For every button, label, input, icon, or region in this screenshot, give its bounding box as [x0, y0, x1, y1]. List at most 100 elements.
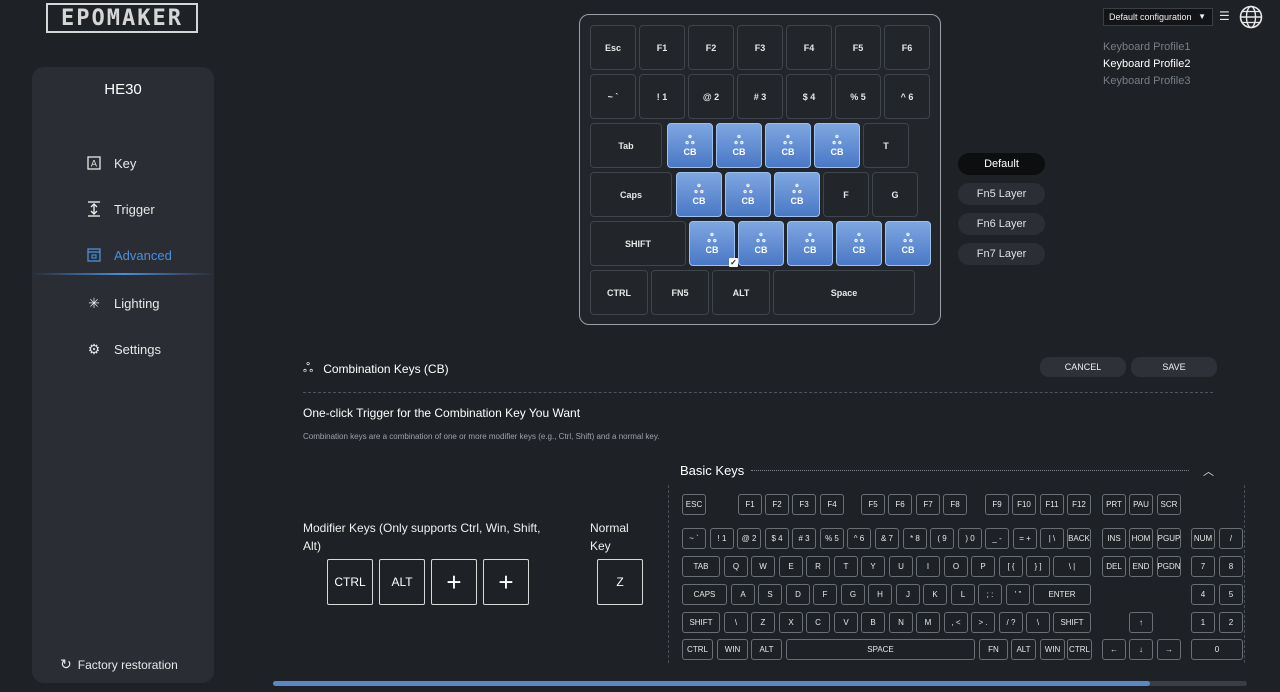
key-f1[interactable]: F1	[639, 25, 685, 70]
factory-restoration-button[interactable]: ↻ Factory restoration	[60, 656, 178, 673]
key-f4[interactable]: F4	[786, 25, 832, 70]
basic-key[interactable]: , <	[944, 612, 968, 633]
basic-key[interactable]: Y	[861, 556, 885, 577]
basic-key[interactable]: F	[813, 584, 837, 605]
basic-key[interactable]: ^ 6	[847, 528, 871, 549]
basic-key[interactable]: 2	[1219, 612, 1243, 633]
key-f[interactable]: F	[823, 172, 869, 217]
basic-key[interactable]: # 3	[792, 528, 816, 549]
basic-key[interactable]: J	[896, 584, 920, 605]
basic-key[interactable]: BACK	[1067, 528, 1091, 549]
basic-key[interactable]: R	[806, 556, 830, 577]
basic-key[interactable]: F12	[1067, 494, 1091, 515]
profile-item[interactable]: Keyboard Profile1	[1103, 41, 1190, 53]
basic-key[interactable]: @ 2	[737, 528, 761, 549]
sidebar-item-lighting[interactable]: ✳ Lighting	[32, 283, 214, 323]
basic-key[interactable]: L	[951, 584, 975, 605]
basic-key[interactable]: F8	[943, 494, 967, 515]
cancel-button[interactable]: CANCEL	[1040, 357, 1126, 377]
basic-key[interactable]: * 8	[903, 528, 927, 549]
basic-key[interactable]: ←	[1102, 639, 1126, 660]
basic-key[interactable]: ALT	[1011, 639, 1036, 660]
basic-key[interactable]: X	[779, 612, 803, 633]
key-3[interactable]: # 3	[737, 74, 783, 119]
basic-key[interactable]: [ {	[999, 556, 1023, 577]
list-icon[interactable]: ☰	[1219, 9, 1230, 23]
basic-key[interactable]: ! 1	[710, 528, 734, 549]
globe-icon[interactable]	[1239, 5, 1263, 29]
key-space[interactable]: Space	[773, 270, 915, 315]
key-cb[interactable]: ஃ CB	[725, 172, 771, 217]
key-5[interactable]: % 5	[835, 74, 881, 119]
basic-key[interactable]: F6	[888, 494, 912, 515]
basic-key[interactable]: PGUP	[1157, 528, 1181, 549]
basic-key[interactable]: NUM	[1191, 528, 1215, 549]
basic-key[interactable]: 5	[1219, 584, 1243, 605]
key-caps[interactable]: Caps	[590, 172, 672, 217]
normal-key-slot[interactable]: Z	[597, 559, 643, 605]
modifier-slot-add[interactable]: +	[431, 559, 477, 605]
basic-key[interactable]: I	[916, 556, 940, 577]
key-cb[interactable]: ஃ CB	[667, 123, 713, 168]
basic-key[interactable]: E	[779, 556, 803, 577]
basic-key[interactable]: N	[889, 612, 913, 633]
basic-key[interactable]: ' "	[1006, 584, 1030, 605]
basic-key[interactable]: O	[944, 556, 968, 577]
basic-key[interactable]: F4	[820, 494, 844, 515]
key-tilde[interactable]: ~ `	[590, 74, 636, 119]
key-cb[interactable]: ஃ CB	[765, 123, 811, 168]
basic-key[interactable]: H	[868, 584, 892, 605]
basic-key[interactable]: = +	[1013, 528, 1037, 549]
basic-key[interactable]: 7	[1191, 556, 1215, 577]
key-cb[interactable]: ஃ CB	[836, 221, 882, 266]
key-6[interactable]: ^ 6	[884, 74, 930, 119]
modifier-slot-ctrl[interactable]: CTRL	[327, 559, 373, 605]
basic-key[interactable]: M	[916, 612, 940, 633]
key-g[interactable]: G	[872, 172, 918, 217]
key-2[interactable]: @ 2	[688, 74, 734, 119]
basic-key[interactable]: /	[1219, 528, 1243, 549]
basic-key[interactable]: F9	[985, 494, 1009, 515]
basic-key[interactable]: ALT	[751, 639, 782, 660]
basic-key[interactable]: DEL	[1102, 556, 1126, 577]
layer-fn7[interactable]: Fn7 Layer	[958, 243, 1045, 265]
basic-key[interactable]: D	[786, 584, 810, 605]
key-cb[interactable]: ஃ CB	[716, 123, 762, 168]
layer-fn6[interactable]: Fn6 Layer	[958, 213, 1045, 235]
key-esc[interactable]: Esc	[590, 25, 636, 70]
key-4[interactable]: $ 4	[786, 74, 832, 119]
basic-key[interactable]: _ -	[985, 528, 1009, 549]
basic-key[interactable]: SCR	[1157, 494, 1181, 515]
basic-key[interactable]: U	[889, 556, 913, 577]
key-f3[interactable]: F3	[737, 25, 783, 70]
sidebar-item-trigger[interactable]: Trigger	[32, 189, 214, 229]
basic-key[interactable]: \ |	[1053, 556, 1091, 577]
basic-key[interactable]: % 5	[820, 528, 844, 549]
basic-key[interactable]: V	[834, 612, 858, 633]
basic-key[interactable]: ↑	[1129, 612, 1153, 633]
basic-key[interactable]: ↓	[1129, 639, 1153, 660]
basic-key[interactable]: Q	[724, 556, 748, 577]
basic-key[interactable]: & 7	[875, 528, 899, 549]
key-cb[interactable]: ஃ CB	[676, 172, 722, 217]
layer-fn5[interactable]: Fn5 Layer	[958, 183, 1045, 205]
configuration-select[interactable]: Default configuration ▼	[1103, 8, 1213, 26]
basic-key[interactable]: 1	[1191, 612, 1215, 633]
basic-key[interactable]: C	[806, 612, 830, 633]
basic-key[interactable]: K	[923, 584, 947, 605]
basic-key[interactable]: WIN	[1040, 639, 1065, 660]
modifier-slot-alt[interactable]: ALT	[379, 559, 425, 605]
basic-key[interactable]: T	[834, 556, 858, 577]
basic-key[interactable]: ESC	[682, 494, 706, 515]
key-f6[interactable]: F6	[884, 25, 930, 70]
key-alt[interactable]: ALT	[712, 270, 770, 315]
scrollbar-thumb[interactable]	[273, 681, 1150, 686]
basic-key[interactable]: CTRL	[682, 639, 713, 660]
basic-key[interactable]: F7	[916, 494, 940, 515]
basic-key[interactable]: FN	[979, 639, 1008, 660]
basic-key[interactable]: Z	[751, 612, 775, 633]
basic-key[interactable]: F10	[1012, 494, 1036, 515]
basic-key[interactable]: HOM	[1129, 528, 1153, 549]
key-cb[interactable]: ஃ CB	[885, 221, 931, 266]
basic-key[interactable]: W	[751, 556, 775, 577]
